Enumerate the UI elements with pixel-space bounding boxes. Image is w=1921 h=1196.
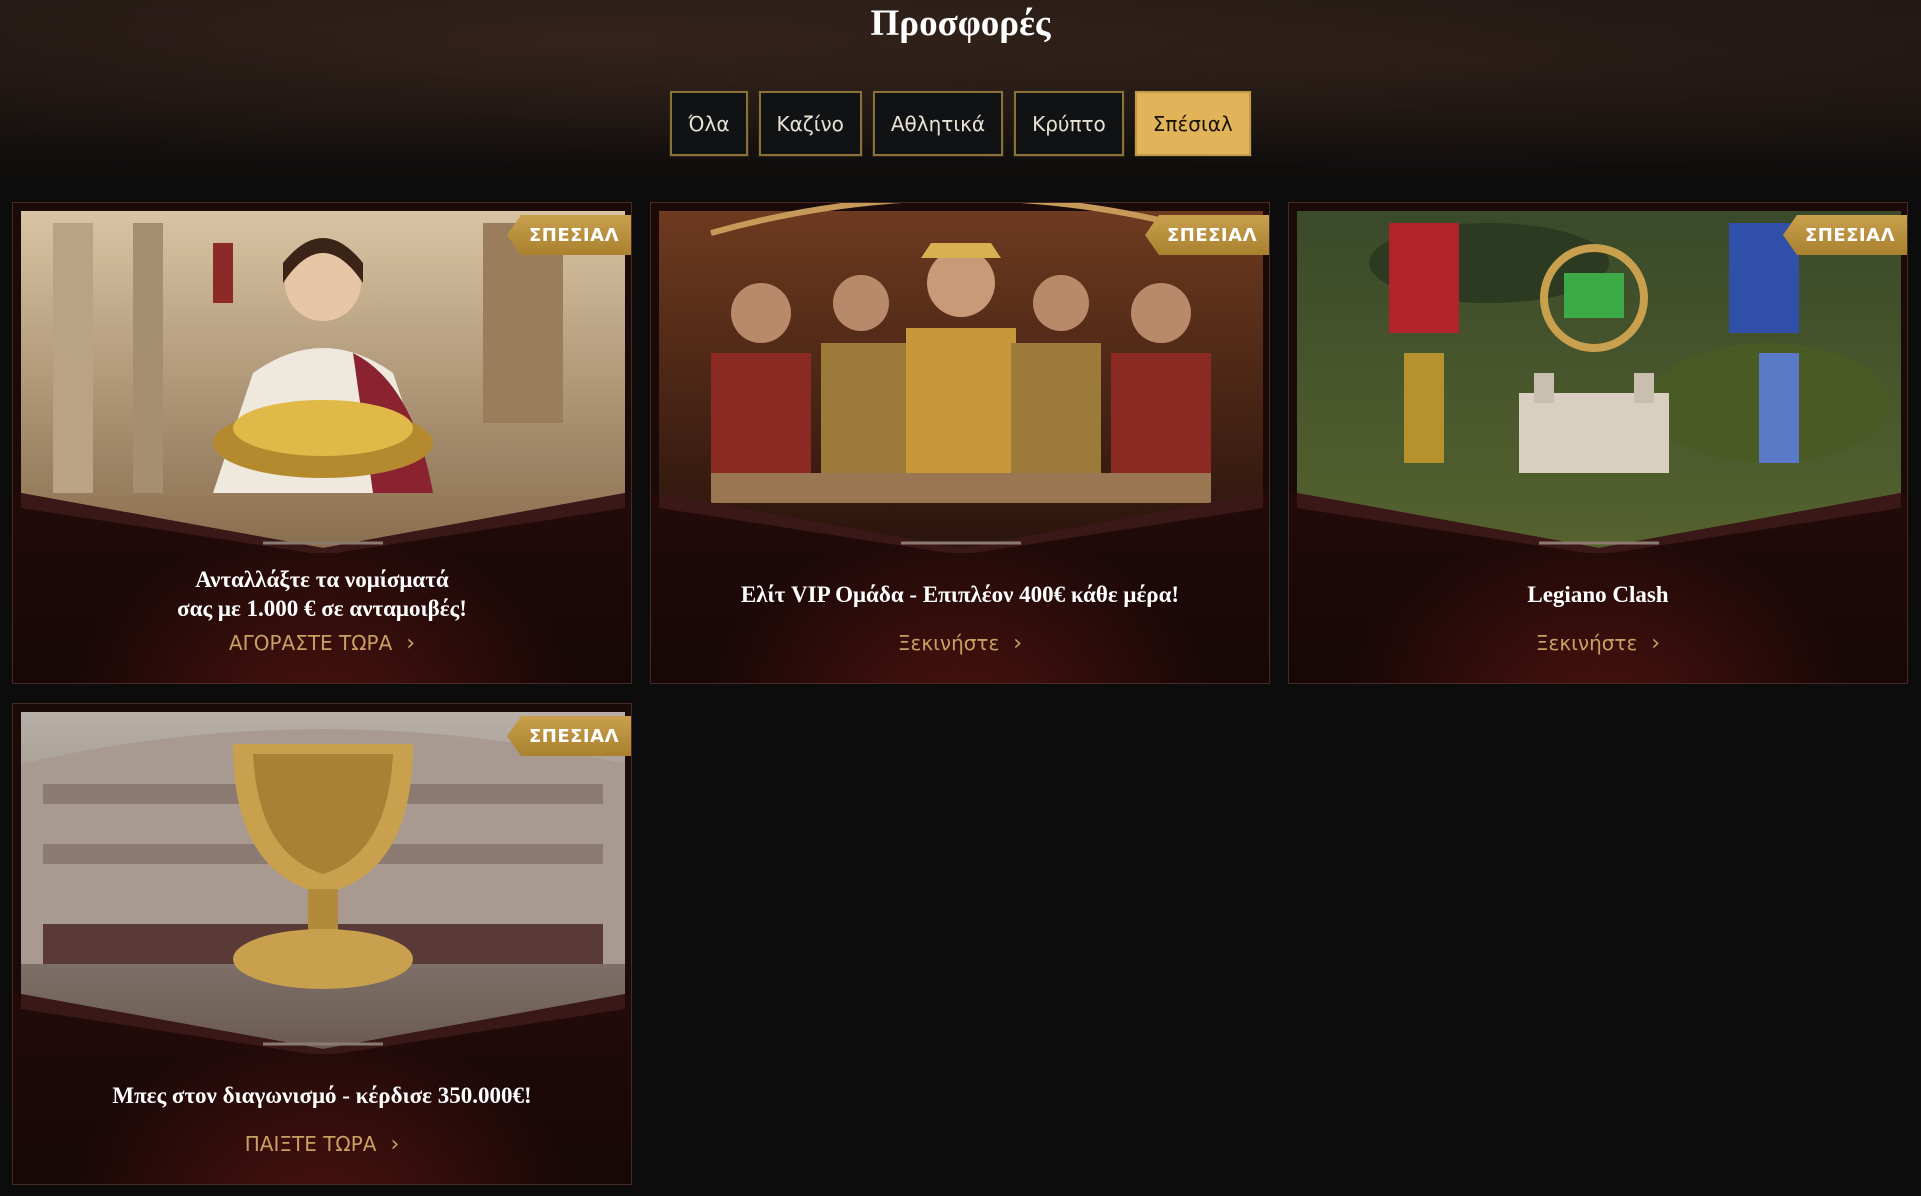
- get-started-link[interactable]: Ξεκινήστε ›: [1289, 631, 1907, 656]
- get-started-link[interactable]: Ξεκινήστε ›: [651, 631, 1269, 656]
- cta-label: Ξεκινήστε: [897, 631, 1000, 655]
- chevron-right-icon: ›: [1651, 631, 1661, 656]
- special-badge: ΣΠΕΣΙΑΛ: [506, 716, 631, 756]
- promo-title-line2: σας με 1.000 € σε ανταμοιβές!: [177, 596, 467, 621]
- chevron-right-icon: ›: [406, 631, 416, 656]
- filter-crypto[interactable]: Κρύπτο: [1013, 90, 1125, 157]
- promo-title: Ανταλλάξτε τα νομίσματά σας με 1.000 € σ…: [33, 565, 611, 623]
- promo-title-line1: Ανταλλάξτε τα νομίσματά: [195, 567, 449, 592]
- chevron-right-icon: ›: [390, 1132, 400, 1157]
- special-badge: ΣΠΕΣΙΑΛ: [1782, 215, 1907, 255]
- promo-card[interactable]: ΣΠΕΣΙΑΛ Ανταλλάξτε τα νομίσματά σας με 1…: [12, 202, 632, 684]
- promo-title: Ελίτ VIP Ομάδα - Επιπλέον 400€ κάθε μέρα…: [740, 582, 1180, 607]
- promo-image-trophy-arena: [21, 712, 625, 1054]
- promotions-page: Προσφορές Όλα Καζίνο Αθλητικά Κρύπτο Σπέ…: [0, 0, 1921, 1196]
- cta-label: ΠΑΙΞΤΕ ΤΩΡΑ: [244, 1132, 377, 1156]
- filter-tabs: Όλα Καζίνο Αθλητικά Κρύπτο Σπέσιαλ: [0, 90, 1921, 157]
- promo-title: Legiano Clash: [1527, 582, 1669, 607]
- promo-image-legiano-clash: [1297, 211, 1901, 553]
- promo-image-roman-generals: [659, 203, 1263, 553]
- chevron-right-icon: ›: [1013, 631, 1023, 656]
- promo-image-coins-woman: [21, 211, 625, 553]
- promo-title: Μπες στον διαγωνισμό - κέρδισε 350.000€!: [112, 1083, 532, 1108]
- filter-special[interactable]: Σπέσιαλ: [1133, 90, 1252, 157]
- page-title: Προσφορές: [870, 3, 1051, 44]
- play-now-link[interactable]: ΠΑΙΞΤΕ ΤΩΡΑ ›: [13, 1132, 631, 1157]
- promo-card[interactable]: ΣΠΕΣΙΑΛ Μπες στον διαγωνισμό - κέρδισε 3…: [12, 703, 632, 1185]
- filter-casino[interactable]: Καζίνο: [757, 90, 863, 157]
- filter-sports[interactable]: Αθλητικά: [871, 90, 1005, 157]
- filter-all[interactable]: Όλα: [669, 90, 749, 157]
- special-badge: ΣΠΕΣΙΑΛ: [506, 215, 631, 255]
- cta-label: ΑΓΟΡΑΣΤΕ ΤΩΡΑ: [228, 631, 393, 655]
- cta-label: Ξεκινήστε: [1535, 631, 1638, 655]
- promotions-grid: ΣΠΕΣΙΑΛ Ανταλλάξτε τα νομίσματά σας με 1…: [12, 202, 1910, 1185]
- special-badge: ΣΠΕΣΙΑΛ: [1144, 215, 1269, 255]
- promo-card[interactable]: ΣΠΕΣΙΑΛ Ελίτ VIP Ομάδα - Επιπλέον 400€ κ…: [650, 202, 1270, 684]
- promo-card[interactable]: ΣΠΕΣΙΑΛ Legiano Clash Ξεκινήστε ›: [1288, 202, 1908, 684]
- buy-now-link[interactable]: ΑΓΟΡΑΣΤΕ ΤΩΡΑ ›: [13, 631, 631, 656]
